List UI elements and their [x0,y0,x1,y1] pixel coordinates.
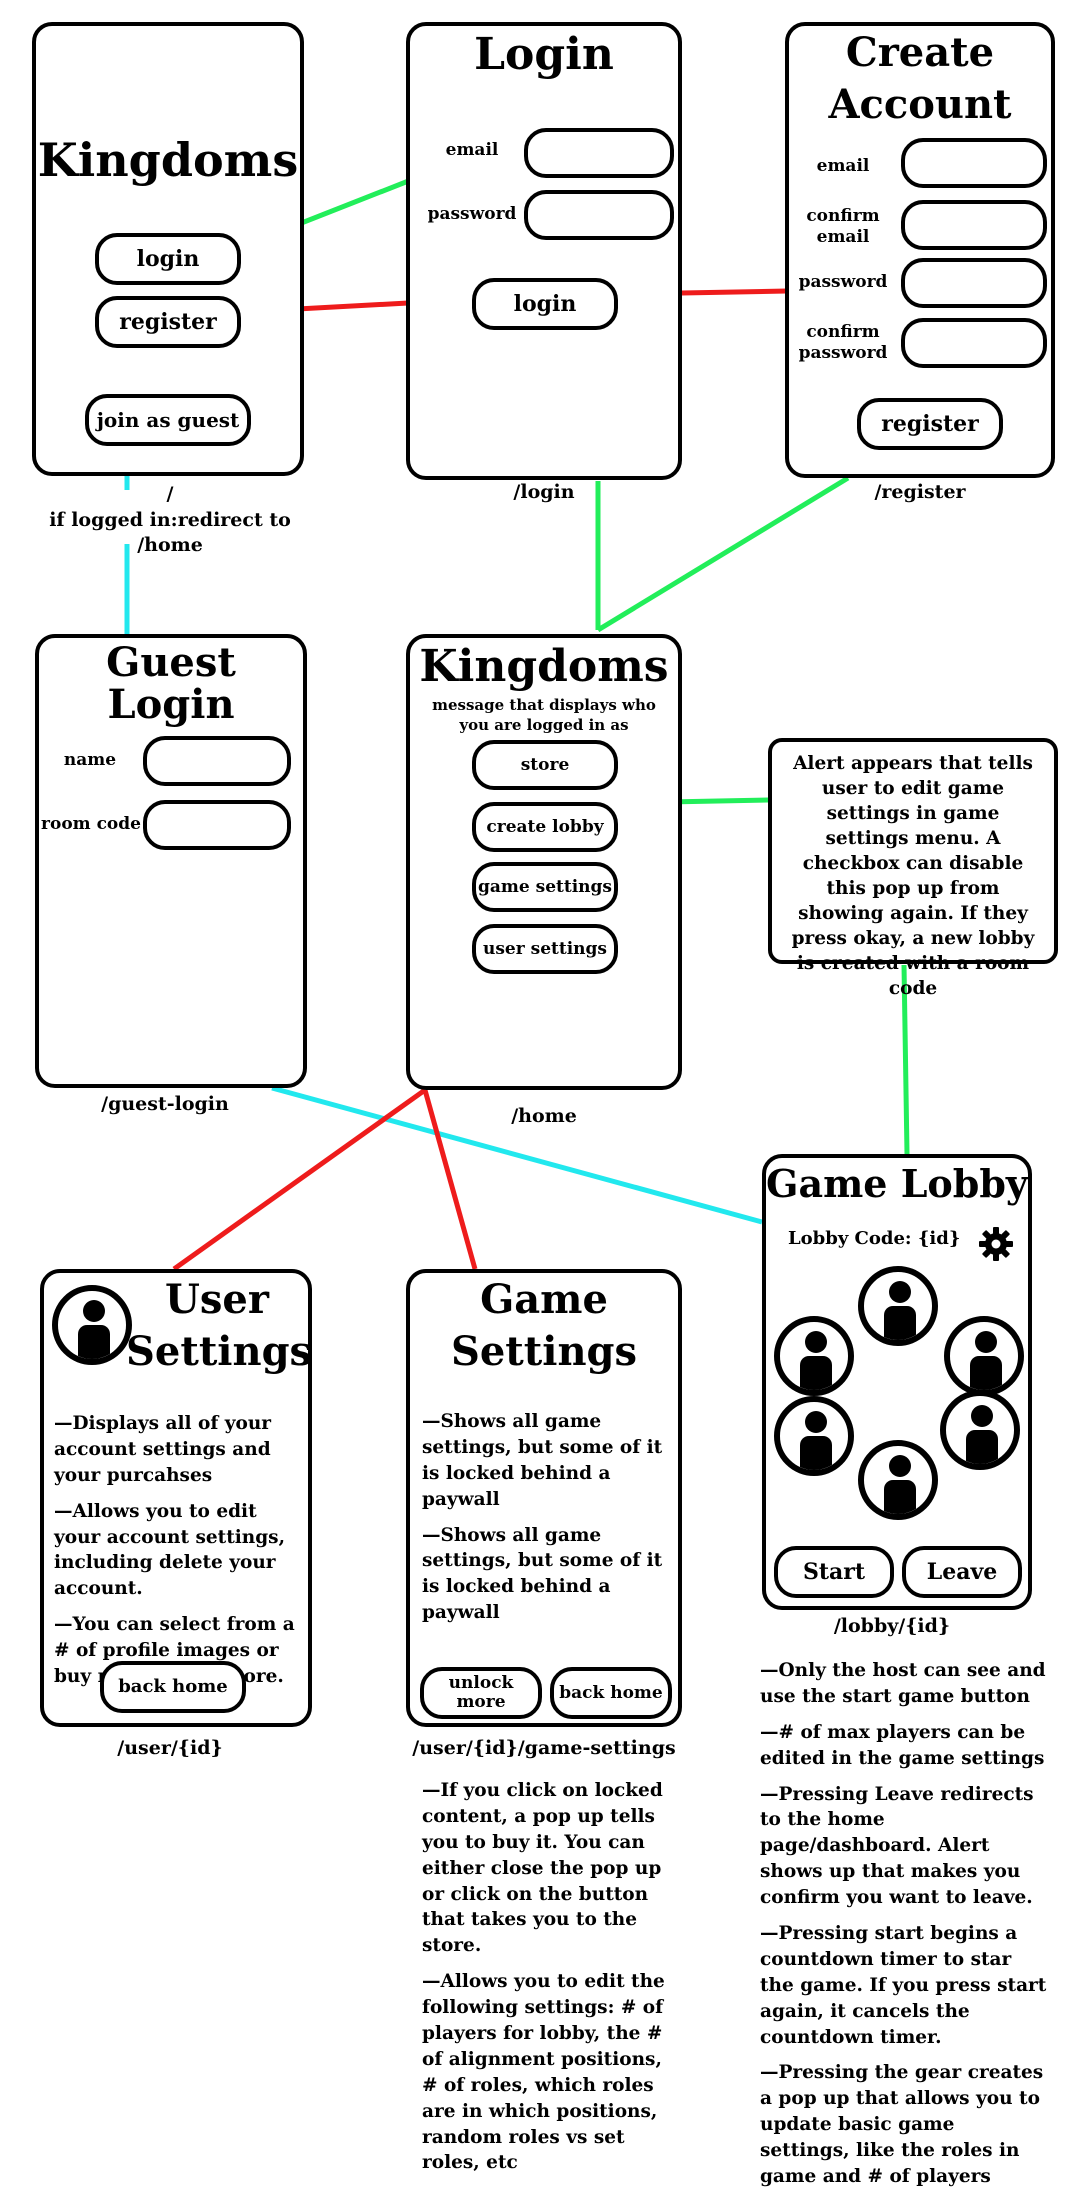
user-settings-description: —Displays all of your account settings a… [54,1411,304,1700]
lobby-note-1: —Only the host can see and use the start… [760,1660,1046,1707]
register-confirm-password-label-1: confirm [806,322,880,342]
register-email-field[interactable] [901,138,1047,188]
connector-login-register [681,288,788,296]
user-settings-back-home-button[interactable]: back home [100,1661,246,1713]
guest-name-field[interactable] [143,736,291,786]
login-screen: Login email password login [406,22,682,480]
register-confirm-email-label-2: email [816,227,870,248]
game-settings-note-1: —If you click on locked content, a pop u… [422,1780,663,1957]
landing-register-button[interactable]: register [95,296,241,348]
login-password-label: password [427,204,517,224]
game-settings-screen: Game Settings —Shows all game settings, … [406,1269,682,1727]
login-route: /login [513,481,575,503]
lobby-note-3: —Pressing Leave redirects to the home pa… [760,1783,1034,1909]
register-confirm-password-field[interactable] [901,318,1047,368]
home-title: Kingdoms [419,641,669,692]
create-lobby-alert-note: Alert appears that tells user to edit ga… [768,738,1058,999]
login-email-field[interactable] [524,128,674,178]
user-settings-route: /user/{id} [117,1737,223,1759]
landing-login-button[interactable]: login [95,233,241,285]
game-settings-route: /user/{id}/game-settings [412,1737,676,1759]
create-lobby-button[interactable]: create lobby [472,802,618,852]
unlock-more-button[interactable]: unlock more [420,1667,542,1719]
player-slot-icon [774,1396,854,1476]
register-confirm-email-field[interactable] [901,200,1047,250]
guest-login-screen: Guest Login name room code [35,634,307,1088]
player-slot-icon [944,1316,1024,1396]
start-button[interactable]: Start [774,1546,894,1598]
register-confirm-email-label-1: confirm [806,206,880,226]
game-settings-button[interactable]: game settings [472,862,618,912]
user-settings-title-line1: User [165,1276,269,1323]
register-email-label: email [816,156,870,176]
register-confirm-email-label: confirm email [795,206,891,249]
game-settings-notes: —If you click on locked content, a pop u… [422,1778,672,2186]
guest-room-code-field[interactable] [143,800,291,850]
register-screen: Create Account email confirm email passw… [785,22,1055,478]
user-settings-desc-1: —Displays all of your account settings a… [54,1413,272,1486]
login-submit-button[interactable]: login [472,278,618,330]
home-screen: Kingdoms message that displays who you a… [406,634,682,1090]
game-lobby-notes: —Only the host can see and use the start… [760,1658,1050,2200]
player-slot-icon [858,1266,938,1346]
leave-button[interactable]: Leave [902,1546,1022,1598]
landing-route-note: if logged in:redirect to /home [49,508,291,557]
game-settings-desc-1: —Shows all game settings, but some of it… [422,1411,663,1510]
player-slot-icon [774,1316,854,1396]
guest-name-label: name [63,750,117,770]
gear-icon[interactable] [978,1226,1014,1262]
user-settings-button[interactable]: user settings [472,924,618,974]
guest-login-route: /guest-login [101,1093,229,1115]
guest-room-code-label: room code [41,814,141,834]
game-settings-desc-2: —Shows all game settings, but some of it… [422,1524,663,1624]
register-title-line1: Create [845,29,995,76]
login-password-field[interactable] [524,190,674,240]
landing-route: / if logged in:redirect to /home [20,482,320,559]
profile-avatar-icon [52,1285,132,1365]
landing-title: Kingdoms [37,133,299,187]
game-settings-title-line2: Settings [450,1328,638,1375]
home-logged-in-message: message that displays who you are logged… [410,696,678,735]
lobby-note-4: —Pressing start begins a countdown timer… [760,1923,1047,2048]
register-password-label: password [798,272,888,292]
register-confirm-password-label-2: password [798,343,888,364]
landing-screen: Kingdoms login register join as guest [32,22,304,476]
register-title-line2: Account [828,81,1012,128]
user-settings-desc-2: —Allows you to edit your account setting… [54,1500,286,1600]
login-email-label: email [445,140,499,160]
player-slot-icon [858,1440,938,1520]
game-lobby-title: Game Lobby [766,1161,1028,1206]
register-confirm-password-label: confirm password [795,322,891,365]
user-settings-title-line2: Settings [126,1328,313,1375]
store-button[interactable]: store [472,740,618,790]
user-settings-screen: User Settings —Displays all of your acco… [40,1269,312,1727]
lobby-code-label: Lobby Code: {id} [788,1228,961,1249]
game-lobby-route: /lobby/{id} [833,1615,951,1637]
register-route: /register [874,481,966,503]
player-slot-icon [940,1390,1020,1470]
lobby-note-2: —# of max players can be edited in the g… [760,1721,1045,1769]
game-settings-note-2: —Allows you to edit the following settin… [422,1971,665,2174]
home-route: /home [511,1105,577,1127]
game-lobby-screen: Game Lobby Lobby Code: {id} Start Leave [762,1154,1032,1610]
register-submit-button[interactable]: register [857,398,1003,450]
game-settings-title-line1: Game [480,1276,608,1323]
home-logged-in-message-line2: you are logged in as [459,715,629,734]
login-title: Login [474,29,614,80]
lobby-note-5: —Pressing the gear creates a pop up that… [760,2062,1044,2188]
join-as-guest-button[interactable]: join as guest [85,394,251,446]
guest-login-title: Guest Login [106,639,236,728]
game-settings-description: —Shows all game settings, but some of it… [422,1409,674,1636]
home-logged-in-message-line1: message that displays who [432,696,656,714]
game-settings-back-home-button[interactable]: back home [550,1667,672,1719]
register-password-field[interactable] [901,258,1047,308]
landing-route-path: / [166,483,174,505]
